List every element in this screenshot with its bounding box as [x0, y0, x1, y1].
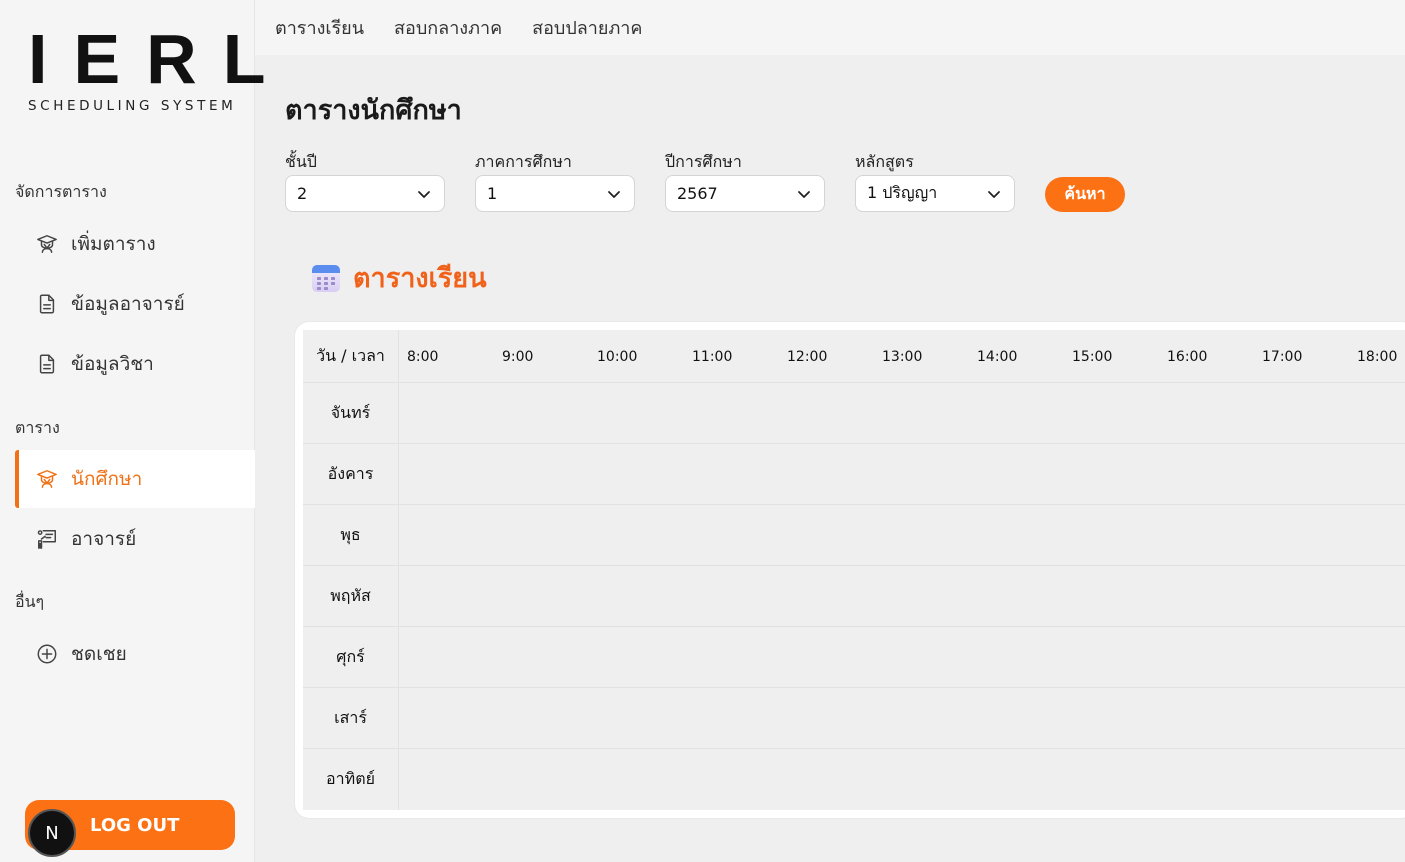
tab-class-schedule[interactable]: ตารางเรียน: [275, 13, 364, 42]
logo-subtitle: SCHEDULING SYSTEM: [28, 98, 237, 114]
filter-year-level: ชั้นปี 2: [285, 150, 445, 212]
tab-final-exam[interactable]: สอบปลายภาค: [532, 13, 642, 42]
filter-semester: ภาคการศึกษา 1: [475, 150, 635, 212]
time-header: 12:00: [787, 348, 828, 365]
table-row: พุธ: [303, 505, 1405, 566]
time-header: 15:00: [1072, 348, 1113, 365]
day-label: อาทิตย์: [326, 769, 375, 788]
table-row: ศุกร์: [303, 627, 1405, 688]
sidebar-item-teacher-info[interactable]: ข้อมูลอาจารย์: [15, 275, 255, 333]
filter-label: ชั้นปี: [285, 152, 317, 171]
teacher-board-icon: [36, 528, 58, 550]
schedule-title: ตารางเรียน: [353, 263, 487, 294]
avatar: N: [28, 809, 76, 857]
chevron-down-icon: [608, 190, 620, 198]
filter-curriculum: หลักสูตร 1 ปริญญา: [855, 150, 1015, 212]
corner-header: วัน / เวลา: [316, 346, 385, 365]
time-header: 14:00: [977, 348, 1018, 365]
sidebar-item-label: ข้อมูลอาจารย์: [71, 293, 185, 315]
select-value: 1 ปริญญา: [867, 183, 938, 202]
sidebar-item-label: ข้อมูลวิชา: [71, 353, 154, 375]
time-header: 13:00: [882, 348, 923, 365]
document-icon: [36, 353, 58, 375]
top-nav: ตารางเรียน สอบกลางภาค สอบปลายภาค: [255, 0, 1405, 55]
sidebar-item-add-schedule[interactable]: เพิ่มตาราง: [15, 215, 255, 273]
time-header: 16:00: [1167, 348, 1208, 365]
logo: IERL SCHEDULING SYSTEM: [28, 20, 292, 114]
logout-button[interactable]: N LOG OUT: [25, 800, 235, 857]
chevron-down-icon: [798, 190, 810, 198]
sidebar-item-teachers[interactable]: อาจารย์: [15, 510, 255, 568]
day-label: พุธ: [340, 525, 361, 544]
sidebar-item-label: ชดเชย: [71, 643, 127, 665]
academic-year-select[interactable]: 2567: [665, 175, 825, 212]
section-heading-schedule: ตาราง: [15, 418, 60, 437]
graduate-icon: [36, 233, 58, 255]
table-row: อาทิตย์: [303, 749, 1405, 810]
sidebar-item-makeup[interactable]: ชดเชย: [15, 625, 255, 683]
time-header: 10:00: [597, 348, 638, 365]
logout-label: LOG OUT: [90, 814, 180, 836]
year-level-select[interactable]: 2: [285, 175, 445, 212]
day-label: อังคาร: [327, 464, 374, 483]
tab-midterm-exam[interactable]: สอบกลางภาค: [394, 13, 502, 42]
sidebar-item-students[interactable]: นักศึกษา: [15, 450, 255, 508]
time-header: 11:00: [692, 348, 733, 365]
time-header: 8:00: [407, 348, 439, 365]
sidebar: IERL SCHEDULING SYSTEM จัดการตาราง เพิ่ม…: [0, 0, 292, 862]
time-header: 17:00: [1262, 348, 1303, 365]
graduate-icon: [36, 468, 58, 490]
table-row: พฤหัส: [303, 566, 1405, 627]
schedule-table: วัน / เวลา 8:00 9:00 10:00 11:00 12:00 13:00 1…: [303, 330, 1405, 810]
table-row: จันทร์: [303, 383, 1405, 444]
day-label: ศุกร์: [336, 647, 365, 666]
schedule-table-card: วัน / เวลา 8:00 9:00 10:00 11:00 12:00 13:00 1…: [295, 322, 1405, 818]
schedule-heading: ตารางเรียน: [311, 256, 487, 299]
sidebar-item-label: เพิ่มตาราง: [71, 233, 156, 255]
time-header: 9:00: [502, 348, 534, 365]
logo-text: IERL: [28, 20, 292, 98]
search-button[interactable]: ค้นหา: [1045, 177, 1125, 212]
sidebar-item-subject-info[interactable]: ข้อมูลวิชา: [15, 335, 255, 393]
chevron-down-icon: [418, 190, 430, 198]
section-heading-manage: จัดการตาราง: [15, 182, 107, 201]
calendar-icon: [312, 264, 340, 292]
select-value: 1: [487, 184, 498, 203]
select-value: 2567: [677, 184, 718, 203]
plus-circle-icon: [36, 643, 58, 665]
filter-academic-year: ปีการศึกษา 2567: [665, 150, 825, 212]
chevron-down-icon: [988, 190, 1000, 198]
filter-label: ภาคการศึกษา: [475, 152, 572, 171]
day-label: เสาร์: [334, 708, 367, 727]
page-title: ตารางนักศึกษา: [285, 95, 462, 126]
select-value: 2: [297, 184, 308, 203]
document-icon: [36, 293, 58, 315]
day-label: จันทร์: [330, 403, 371, 422]
day-label: พฤหัส: [330, 586, 371, 605]
time-header: 18:00: [1357, 348, 1398, 365]
table-header: วัน / เวลา 8:00 9:00 10:00 11:00 12:00 13:00 1…: [303, 330, 1405, 383]
filter-label: ปีการศึกษา: [665, 152, 742, 171]
table-row: อังคาร: [303, 444, 1405, 505]
sidebar-item-label: อาจารย์: [71, 528, 137, 550]
section-heading-others: อื่นๆ: [15, 592, 45, 611]
semester-select[interactable]: 1: [475, 175, 635, 212]
filter-label: หลักสูตร: [855, 152, 914, 171]
table-row: เสาร์: [303, 688, 1405, 749]
curriculum-select[interactable]: 1 ปริญญา: [855, 175, 1015, 212]
sidebar-item-label: นักศึกษา: [71, 468, 143, 490]
